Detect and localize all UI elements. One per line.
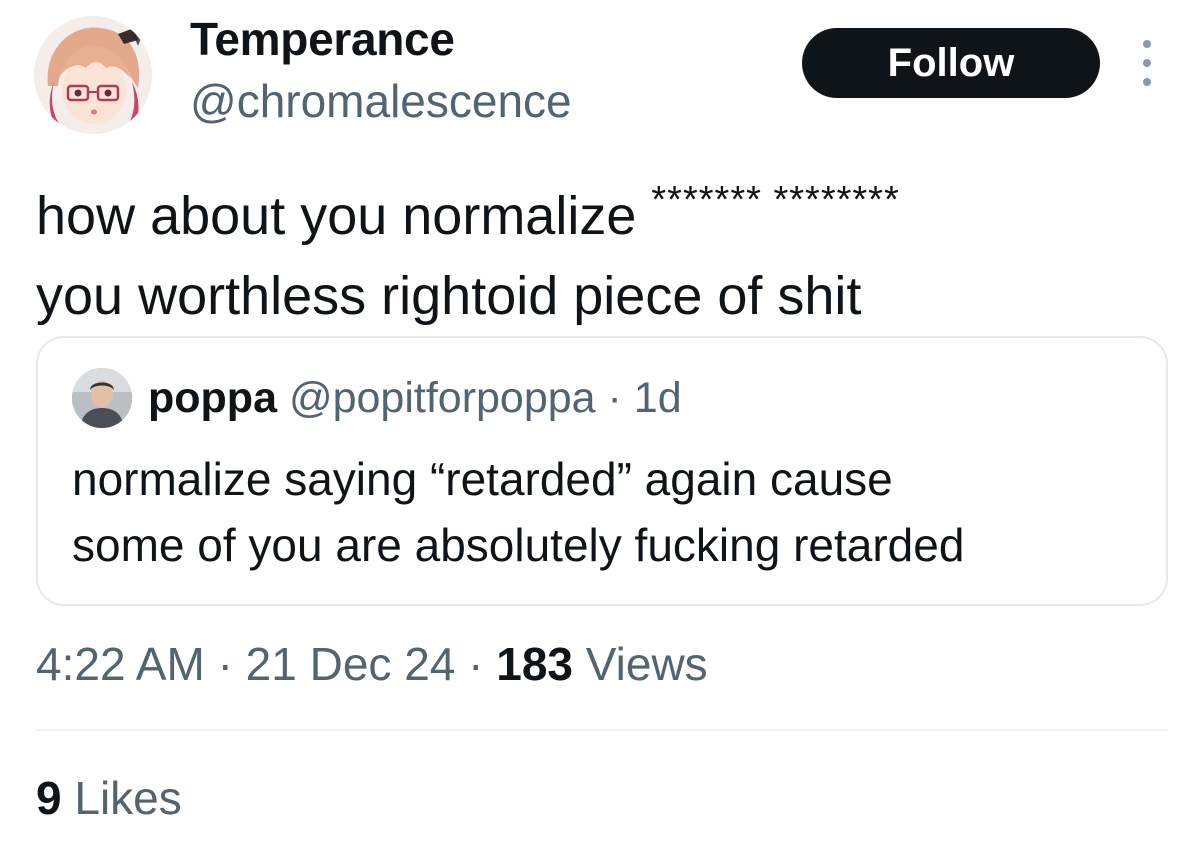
more-dot bbox=[1143, 59, 1151, 67]
tweet-line-1: how about you normalize ******* ******** bbox=[36, 160, 1156, 256]
more-dot bbox=[1143, 40, 1151, 48]
quoted-author-name[interactable]: poppa bbox=[148, 374, 277, 422]
follow-button[interactable]: Follow bbox=[802, 28, 1100, 98]
quoted-line-1: normalize saying “retarded” again cause bbox=[72, 453, 893, 505]
profile-photo-icon bbox=[72, 368, 132, 428]
quoted-author-avatar[interactable] bbox=[72, 368, 132, 428]
author-handle[interactable]: @chromalescence bbox=[190, 74, 572, 128]
author-avatar[interactable] bbox=[34, 16, 152, 134]
quoted-tweet-card[interactable]: poppa @popitforpoppa · 1d normalize sayi… bbox=[36, 336, 1168, 606]
censored-text: ******* ******** bbox=[651, 179, 900, 221]
quoted-author-handle[interactable]: @popitforpoppa bbox=[289, 374, 596, 422]
tweet-time[interactable]: 4:22 AM bbox=[36, 638, 205, 690]
tweet-line-2: you worthless rightoid piece of shit bbox=[36, 266, 862, 326]
more-dot bbox=[1143, 78, 1151, 86]
likes-link[interactable]: 9 Likes bbox=[36, 768, 182, 828]
tweet-detail: Temperance @chromalescence Follow how ab… bbox=[0, 0, 1200, 846]
meta-separator: · bbox=[217, 638, 233, 690]
tweet-meta: 4:22 AM · 21 Dec 24 · 183 Views bbox=[36, 634, 708, 694]
tweet-text: how about you normalize ******* ********… bbox=[36, 160, 1156, 336]
more-vertical-icon[interactable] bbox=[1134, 40, 1160, 86]
quoted-line-2: some of you are absolutely fucking retar… bbox=[72, 519, 965, 571]
views-count: 183 bbox=[496, 638, 574, 690]
quoted-timestamp[interactable]: 1d bbox=[634, 374, 682, 422]
meta-separator: · bbox=[468, 638, 484, 690]
tweet-line-1-text: how about you normalize bbox=[36, 186, 637, 246]
likes-label: Likes bbox=[74, 772, 182, 824]
author-display-name[interactable]: Temperance bbox=[190, 12, 455, 66]
divider bbox=[36, 729, 1168, 731]
tweet-date[interactable]: 21 Dec 24 bbox=[246, 638, 456, 690]
views-label: Views bbox=[585, 638, 708, 690]
anime-avatar-icon bbox=[34, 16, 152, 134]
quoted-separator: · bbox=[607, 374, 622, 422]
likes-count: 9 bbox=[36, 772, 62, 824]
quoted-tweet-text: normalize saying “retarded” again cause … bbox=[72, 446, 1152, 578]
quoted-tweet-header: poppa @popitforpoppa · 1d bbox=[148, 370, 682, 426]
